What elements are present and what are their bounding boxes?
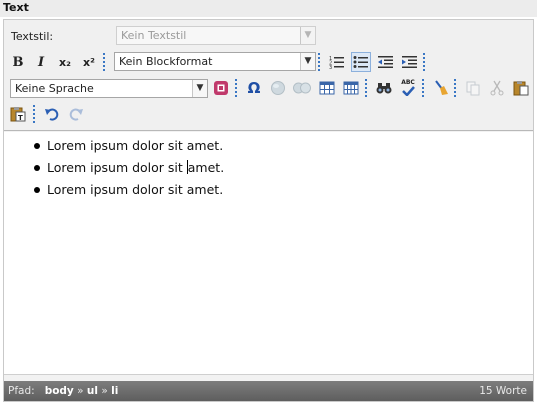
- chevron-down-icon: ▼: [300, 53, 315, 70]
- path-item-ul[interactable]: ul: [87, 385, 98, 397]
- toolbar-separator: [103, 53, 105, 71]
- find-button[interactable]: [374, 78, 394, 98]
- toolbar-separator: [318, 53, 320, 71]
- status-bar: Pfad: body » ul » li 15 Worte: [4, 381, 533, 401]
- toolbar-separator: [365, 79, 367, 97]
- blockformat-value: Kein Blockformat: [119, 55, 213, 68]
- undo-icon: [45, 108, 59, 121]
- toolbar: Textstil: Kein Textstil ▼ B I x₂ x² Kein…: [4, 20, 533, 131]
- insert-link-button[interactable]: [268, 78, 288, 98]
- table-properties-button[interactable]: [341, 78, 361, 98]
- list-item[interactable]: Lorem ipsum dolor sit amet.: [34, 181, 224, 203]
- svg-text:T: T: [18, 114, 23, 122]
- unlink-globe-icon: [293, 82, 311, 94]
- outdent-button[interactable]: [376, 52, 396, 72]
- paste-text-button[interactable]: T: [8, 104, 28, 124]
- editor-content-area[interactable]: Lorem ipsum dolor sit amet. Lorem ipsum …: [4, 132, 533, 375]
- ordered-list-icon: 1 2 3: [329, 56, 344, 69]
- cut-button[interactable]: [487, 78, 507, 98]
- paste-text-icon: T: [10, 107, 26, 122]
- language-select[interactable]: Keine Sprache ▼: [10, 79, 208, 98]
- special-character-button[interactable]: Ω: [244, 78, 264, 98]
- path-item-li[interactable]: li: [111, 385, 118, 397]
- list-item-text: Lorem ipsum dolor sit amet.: [47, 182, 224, 197]
- paste-button[interactable]: [511, 78, 531, 98]
- toolbar-separator: [423, 53, 425, 71]
- path-separator: »: [101, 385, 108, 397]
- scissors-icon: [490, 80, 504, 96]
- list-item-text: Lorem ipsum dolor sit: [47, 160, 187, 175]
- svg-text:3: 3: [329, 65, 332, 69]
- path-separator: »: [77, 385, 84, 397]
- path-label: Pfad:: [8, 385, 35, 397]
- broom-icon: [435, 80, 448, 95]
- link-globe-icon: [271, 81, 285, 95]
- indent-icon: [402, 56, 417, 68]
- chevron-down-icon: ▼: [300, 27, 315, 44]
- indent-button[interactable]: [400, 52, 420, 72]
- ordered-list-button[interactable]: 1 2 3: [327, 52, 347, 72]
- path-item-body[interactable]: body: [45, 385, 74, 397]
- bold-button[interactable]: B: [8, 52, 28, 72]
- copy-button[interactable]: [463, 78, 483, 98]
- toolbar-separator: [422, 79, 424, 97]
- panel-title: Text: [0, 0, 537, 17]
- outdent-icon: [378, 56, 393, 68]
- textstyle-label: Textstil:: [11, 30, 54, 43]
- textstyle-select[interactable]: Kein Textstil ▼: [116, 26, 316, 45]
- table-icon: [319, 81, 335, 95]
- copy-icon: [466, 81, 480, 96]
- toolbar-separator: [33, 105, 35, 123]
- subscript-button[interactable]: x₂: [55, 52, 75, 72]
- undo-button[interactable]: [42, 104, 62, 124]
- spellcheck-button[interactable]: ABC: [398, 78, 418, 98]
- list-item[interactable]: Lorem ipsum dolor sit amet.: [34, 159, 224, 181]
- redo-button[interactable]: [66, 104, 86, 124]
- toolbar-separator: [454, 79, 456, 97]
- cleanup-button[interactable]: [431, 78, 451, 98]
- bullet-list: Lorem ipsum dolor sit amet. Lorem ipsum …: [34, 137, 224, 203]
- checkmark-icon: [402, 86, 415, 96]
- insert-table-button[interactable]: [317, 78, 337, 98]
- redo-icon: [69, 108, 83, 121]
- list-item-text-after-cursor: amet.: [187, 160, 225, 175]
- unordered-list-icon: [353, 56, 368, 68]
- language-button[interactable]: [211, 78, 231, 98]
- list-item-text: Lorem ipsum dolor sit amet.: [47, 138, 224, 153]
- paste-clipboard-icon: [513, 81, 529, 96]
- unordered-list-button[interactable]: [351, 52, 371, 72]
- blockformat-select[interactable]: Kein Blockformat ▼: [114, 52, 316, 71]
- remove-link-button[interactable]: [292, 78, 312, 98]
- language-value: Keine Sprache: [15, 82, 94, 95]
- superscript-button[interactable]: x²: [79, 52, 99, 72]
- language-tag-icon: [214, 81, 228, 95]
- chevron-down-icon: ▼: [192, 80, 207, 97]
- rich-text-editor: Textstil: Kein Textstil ▼ B I x₂ x² Kein…: [3, 19, 534, 402]
- table-properties-icon: [343, 81, 359, 95]
- italic-button[interactable]: I: [31, 52, 51, 72]
- textstyle-value: Kein Textstil: [121, 29, 187, 42]
- word-count: 15 Worte: [479, 385, 527, 397]
- list-item[interactable]: Lorem ipsum dolor sit amet.: [34, 137, 224, 159]
- toolbar-separator: [235, 79, 237, 97]
- binoculars-icon: [376, 83, 392, 94]
